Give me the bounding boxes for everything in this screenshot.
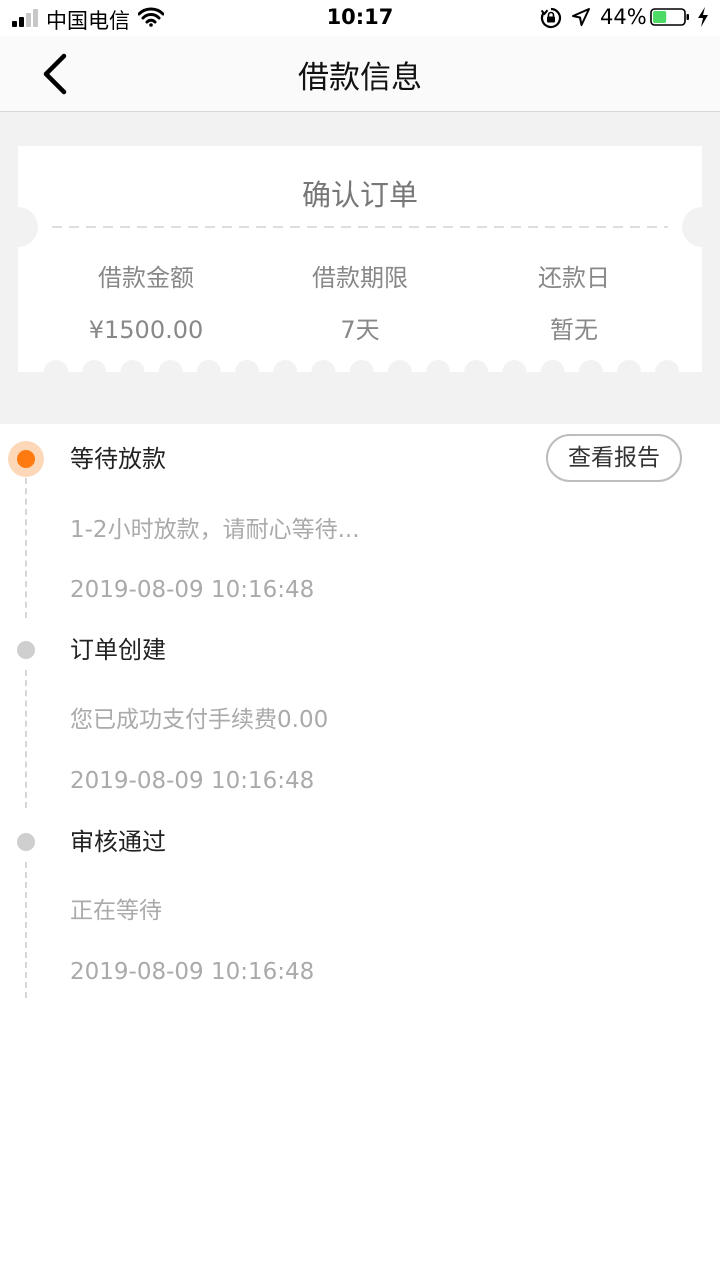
loan-term-label: 借款期限 bbox=[312, 264, 408, 292]
loan-amount-label: 借款金额 bbox=[98, 264, 194, 292]
charging-bolt-icon bbox=[698, 7, 708, 27]
timeline-connector bbox=[25, 670, 27, 808]
timeline-item-title: 审核通过 bbox=[70, 828, 166, 856]
loan-info-page: 中国电信 10:17 44% 借款信息 确认订单 借款金额 ¥1500.00 借… bbox=[0, 0, 720, 1280]
timeline-dot-active-core bbox=[17, 450, 35, 468]
location-arrow-icon bbox=[572, 8, 590, 26]
timeline-item-time: 2019-08-09 10:16:48 bbox=[70, 768, 315, 794]
timeline-item-time: 2019-08-09 10:16:48 bbox=[70, 577, 315, 603]
status-bar: 中国电信 10:17 44% bbox=[0, 0, 720, 36]
battery-percent: 44% bbox=[600, 5, 647, 29]
rotation-lock-icon bbox=[540, 7, 562, 29]
timeline-dot bbox=[17, 833, 35, 851]
repayment-date-value: 暂无 bbox=[550, 316, 598, 344]
timeline-item-title: 订单创建 bbox=[70, 636, 166, 664]
page-title: 借款信息 bbox=[298, 60, 422, 96]
battery-icon bbox=[650, 8, 689, 26]
repayment-date-column: 还款日 暂无 bbox=[460, 262, 688, 346]
timeline-item-desc: 1-2小时放款，请耐心等待... bbox=[70, 517, 360, 543]
loan-term-column: 借款期限 7天 bbox=[246, 262, 474, 346]
order-card-title: 确认订单 bbox=[301, 178, 418, 212]
repayment-date-label: 还款日 bbox=[538, 264, 610, 292]
view-report-button[interactable]: 查看报告 bbox=[546, 434, 682, 482]
timeline-dot bbox=[17, 641, 35, 659]
loan-term-value: 7天 bbox=[340, 316, 380, 344]
timeline-connector bbox=[25, 478, 27, 618]
navigation-bar: 借款信息 bbox=[0, 36, 720, 112]
timeline-item-title: 等待放款 bbox=[70, 445, 166, 473]
timeline-item-desc: 您已成功支付手续费0.00 bbox=[70, 707, 329, 733]
timeline-dot-active bbox=[8, 441, 44, 477]
loan-amount-value: ¥1500.00 bbox=[88, 316, 204, 344]
timeline-connector bbox=[25, 862, 27, 998]
timeline-item-time: 2019-08-09 10:16:48 bbox=[70, 959, 315, 985]
loan-amount-column: 借款金额 ¥1500.00 bbox=[32, 262, 260, 346]
timeline-item-desc: 正在等待 bbox=[70, 898, 162, 924]
